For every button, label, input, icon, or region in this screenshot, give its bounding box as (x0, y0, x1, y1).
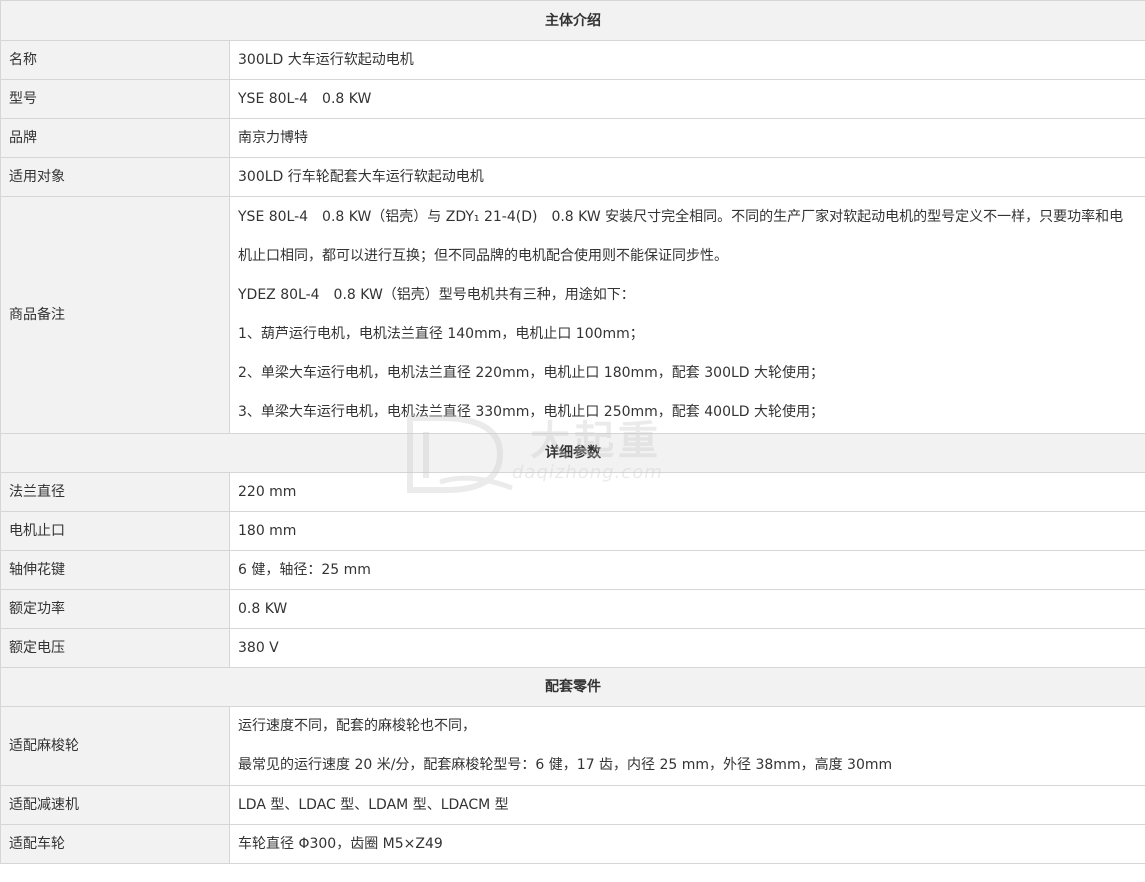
row-value-name: 300LD 大车运行软起动电机 (229, 40, 1145, 80)
row-label-name: 名称 (0, 40, 230, 80)
table-row: 型号 YSE 80L-4 0.8 KW (0, 79, 1145, 119)
row-value-reducer: LDA 型、LDAC 型、LDAM 型、LDACM 型 (229, 785, 1145, 825)
section-row-parts: 配套零件 (0, 667, 1145, 707)
row-label-flange: 法兰直径 (0, 472, 230, 512)
row-value-target: 300LD 行车轮配套大车运行软起动电机 (229, 157, 1145, 197)
row-value-spline: 6 健，轴径：25 mm (229, 550, 1145, 590)
table-row: 适配车轮 车轮直径 Φ300，齿圈 M5×Z49 (0, 824, 1145, 864)
spec-table: 主体介绍 名称 300LD 大车运行软起动电机 型号 YSE 80L-4 0.8… (0, 0, 1145, 864)
notes-line: 1、葫芦运行电机，电机法兰直径 140mm，电机止口 100mm； (238, 326, 644, 342)
row-label-wheel: 适配车轮 (0, 824, 230, 864)
row-value-wheel: 车轮直径 Φ300，齿圈 M5×Z49 (229, 824, 1145, 864)
section-row-params: 详细参数 (0, 433, 1145, 473)
notes-line: 3、单梁大车运行电机，电机法兰直径 330mm，电机止口 250mm，配套 40… (238, 404, 825, 420)
row-label-notes: 商品备注 (0, 196, 230, 434)
table-row: 适用对象 300LD 行车轮配套大车运行软起动电机 (0, 157, 1145, 197)
table-row: 轴伸花键 6 健，轴径：25 mm (0, 550, 1145, 590)
section-title-parts: 配套零件 (0, 667, 1145, 707)
row-label-spline-wheel: 适配麻梭轮 (0, 706, 230, 786)
row-label-voltage: 额定电压 (0, 628, 230, 668)
table-row: 商品备注 YSE 80L-4 0.8 KW（铝壳）与 ZDY₁ 21-4(D) … (0, 196, 1145, 434)
notes-line: YSE 80L-4 0.8 KW（铝壳）与 ZDY₁ 21-4(D) 0.8 K… (238, 209, 1124, 264)
row-label-reducer: 适配减速机 (0, 785, 230, 825)
row-label-brand: 品牌 (0, 118, 230, 158)
notes-line: 2、单梁大车运行电机，电机法兰直径 220mm，电机止口 180mm，配套 30… (238, 365, 825, 381)
row-value-model: YSE 80L-4 0.8 KW (229, 79, 1145, 119)
row-label-spigot: 电机止口 (0, 511, 230, 551)
table-row: 品牌 南京力博特 (0, 118, 1145, 158)
row-label-target: 适用对象 (0, 157, 230, 197)
table-row: 名称 300LD 大车运行软起动电机 (0, 40, 1145, 80)
section-title-intro: 主体介绍 (0, 0, 1145, 41)
table-row: 额定功率 0.8 KW (0, 589, 1145, 629)
section-row-intro: 主体介绍 (0, 0, 1145, 41)
row-value-flange: 220 mm (229, 472, 1145, 512)
spline-wheel-line: 运行速度不同，配套的麻梭轮也不同， (238, 718, 476, 734)
table-row: 适配减速机 LDA 型、LDAC 型、LDAM 型、LDACM 型 (0, 785, 1145, 825)
row-value-spigot: 180 mm (229, 511, 1145, 551)
row-value-brand: 南京力博特 (229, 118, 1145, 158)
section-title-params: 详细参数 (0, 433, 1145, 473)
row-value-voltage: 380 V (229, 628, 1145, 668)
table-row: 额定电压 380 V (0, 628, 1145, 668)
notes-line: YDEZ 80L-4 0.8 KW（铝壳）型号电机共有三种，用途如下： (238, 287, 635, 303)
row-value-power: 0.8 KW (229, 589, 1145, 629)
spline-wheel-line: 最常见的运行速度 20 米/分，配套麻梭轮型号：6 健，17 齿，内径 25 m… (238, 757, 893, 773)
row-value-notes: YSE 80L-4 0.8 KW（铝壳）与 ZDY₁ 21-4(D) 0.8 K… (229, 196, 1145, 434)
row-label-model: 型号 (0, 79, 230, 119)
row-label-spline: 轴伸花键 (0, 550, 230, 590)
table-row: 电机止口 180 mm (0, 511, 1145, 551)
table-row: 法兰直径 220 mm (0, 472, 1145, 512)
row-value-spline-wheel: 运行速度不同，配套的麻梭轮也不同， 最常见的运行速度 20 米/分，配套麻梭轮型… (229, 706, 1145, 786)
table-row: 适配麻梭轮 运行速度不同，配套的麻梭轮也不同， 最常见的运行速度 20 米/分，… (0, 706, 1145, 786)
row-label-power: 额定功率 (0, 589, 230, 629)
